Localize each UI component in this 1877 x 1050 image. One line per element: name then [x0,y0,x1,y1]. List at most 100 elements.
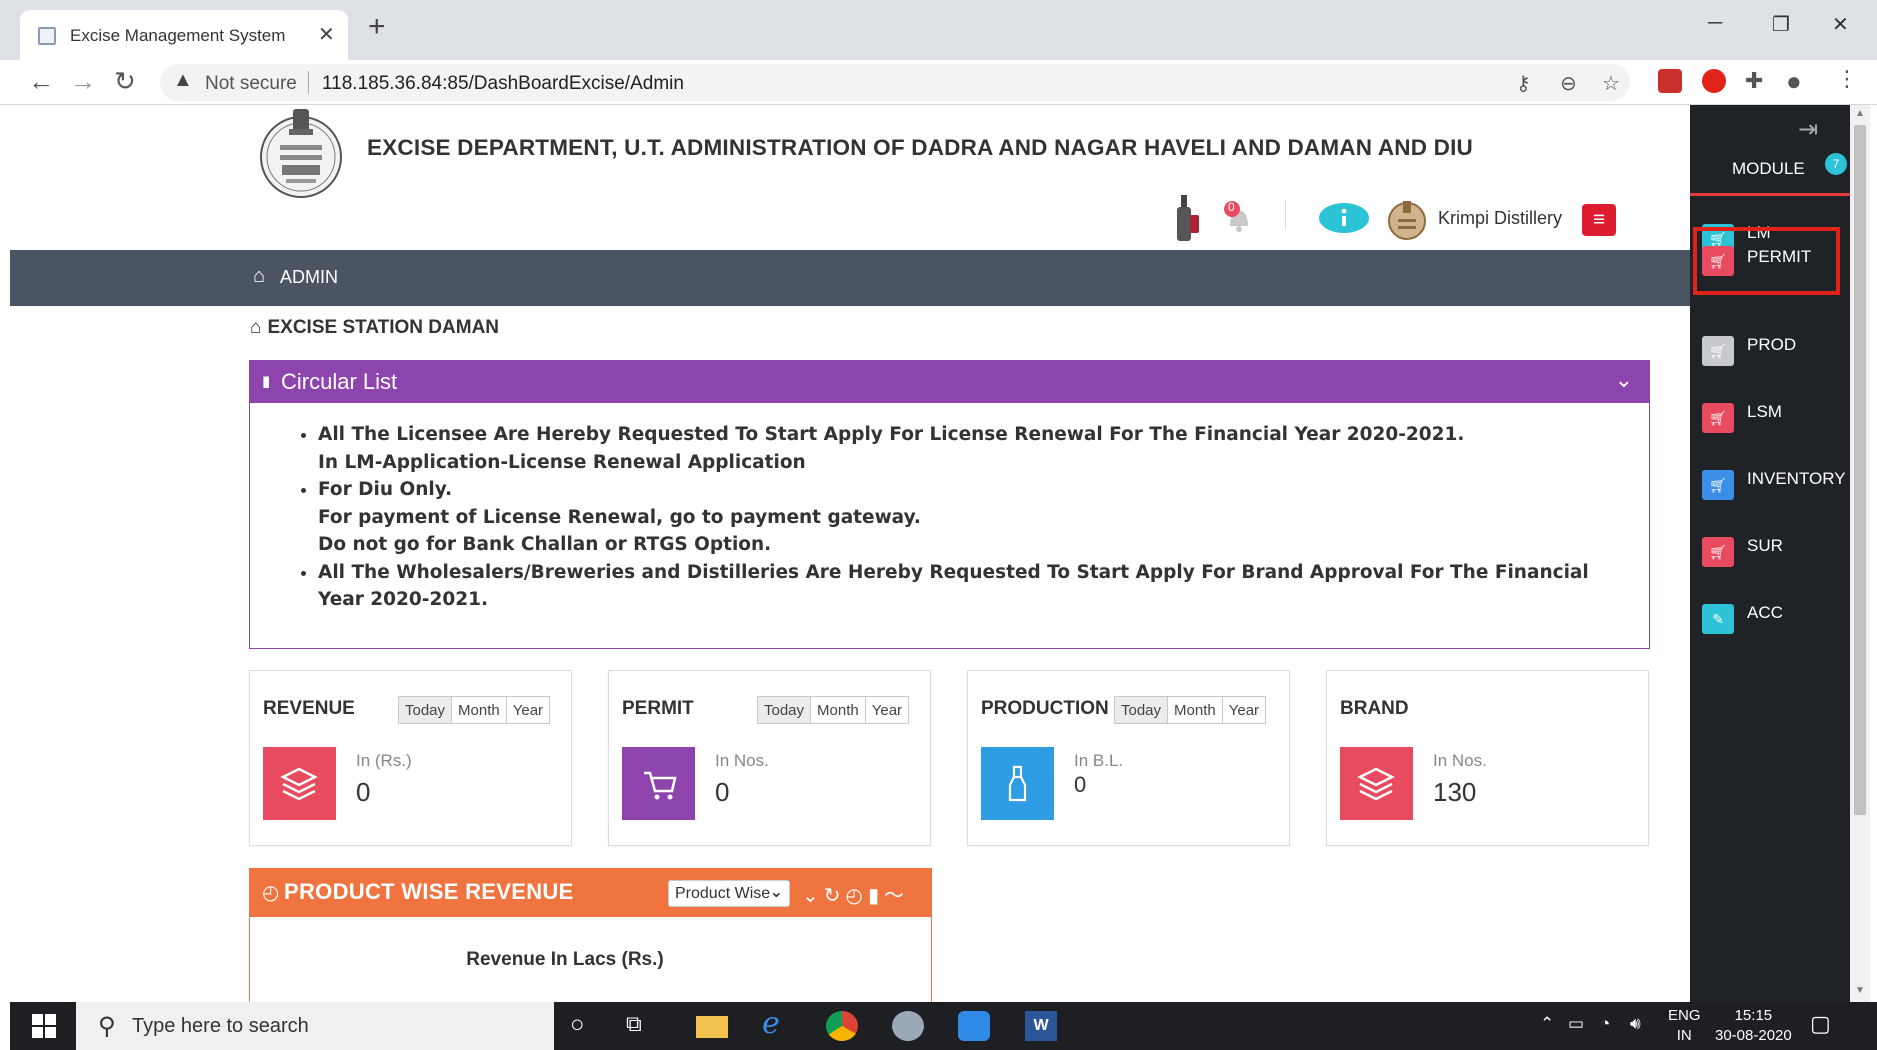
station-label: EXCISE STATION DAMAN [267,317,500,338]
taskbar-clock[interactable]: 15:15 30-08-2020 [1715,1006,1792,1046]
avatar [1388,201,1426,240]
browser-tab[interactable]: Excise Management System ✕ [20,10,348,60]
paint-icon[interactable] [892,1011,924,1041]
minimize-icon[interactable]: ─ [1708,12,1722,35]
period-today-button[interactable]: Today [758,697,811,723]
module-badge: 7 [1825,153,1847,175]
word-icon[interactable]: W [1025,1011,1057,1041]
module-item-inventory[interactable]: 🛒︎ INVENTORY [1690,451,1850,513]
profile-icon[interactable]: ● [1786,66,1802,97]
page-scrollbar[interactable]: ▲ ▼ [1850,105,1870,1002]
battery-icon[interactable]: ▭ [1568,1014,1584,1034]
module-item-label: SUR [1747,536,1783,555]
select-value: Product Wise [675,885,771,902]
cart-icon: 🛒︎ [1702,403,1734,433]
notification-count: 0 [1228,200,1235,214]
scroll-down-icon[interactable]: ▼ [1855,985,1865,996]
volume-icon[interactable]: 🔊︎ [1630,1014,1641,1034]
info-icon[interactable] [1318,202,1370,234]
refresh-icon[interactable]: ↻ [824,885,846,907]
history-icon[interactable]: ◴ [846,885,868,907]
period-month-button[interactable]: Month [1167,697,1222,723]
file-explorer-icon[interactable] [696,1016,728,1038]
extensions-puzzle-icon[interactable]: ✚ [1745,68,1763,94]
circular-panel-header[interactable]: ▮ Circular List ⌄ [250,361,1649,403]
language-indicator[interactable]: ENG IN [1668,1006,1701,1046]
stat-card-revenue: REVENUE Today Month Year In (Rs.) 0 [249,670,572,846]
stat-title: BRAND [1340,698,1409,719]
collapse-icon[interactable]: ⌄ [802,885,824,907]
pin-icon: ▮ [262,373,271,390]
period-month-button[interactable]: Month [451,697,506,723]
module-item-lsm[interactable]: 🛒︎ LSM [1690,384,1850,446]
forward-icon[interactable]: → [70,66,96,97]
scroll-thumb[interactable] [1854,125,1866,815]
product-revenue-header: ◴ PRODUCT WISE REVENUE Product Wise ⌄ ⌄↻… [250,869,931,917]
task-view-icon[interactable]: ⧉ [626,1011,658,1041]
stat-value: 0 [356,777,371,807]
home-icon[interactable]: ⌂ [253,265,265,288]
stat-title: REVENUE [263,698,355,719]
module-item-label: INVENTORY [1747,469,1846,488]
module-item-permit[interactable]: 🛒︎ PERMIT [1693,227,1840,295]
header-divider [1285,200,1286,230]
opera-extension-icon[interactable] [1702,69,1726,93]
stat-value: 130 [1433,777,1477,807]
security-label: Not secure [205,73,297,94]
browser-menu-icon[interactable]: ⋮ [1836,66,1858,92]
period-year-button[interactable]: Year [505,697,549,723]
bottle-icon [981,747,1054,820]
zoom-icon[interactable]: ⊖ [1560,71,1577,96]
period-today-button[interactable]: Today [399,697,452,723]
module-item-prod[interactable]: 🛒︎ PROD [1690,317,1850,379]
breadcrumb-bar: ⌂ ADMIN [10,250,1690,306]
notification-center-icon[interactable]: ▢ [1810,1011,1831,1037]
stat-title: PRODUCTION [981,698,1109,719]
warning-icon: ▲ [173,69,193,91]
user-name[interactable]: Krimpi Distillery [1438,208,1562,229]
module-item-sur[interactable]: 🛒︎ SUR [1690,518,1850,580]
hamburger-menu-icon[interactable]: ≡ [1582,204,1616,236]
stat-card-production: PRODUCTION Today Month Year In B.L. 0 [967,670,1290,846]
close-window-icon[interactable]: ✕ [1832,12,1849,37]
circular-item: All The Licensee Are Hereby Requested To… [318,421,1634,476]
reload-icon[interactable]: ↻ [114,66,136,97]
period-year-button[interactable]: Year [864,697,908,723]
address-bar: ← → ↻ ▲ Not secure 118.185.36.84:85/Dash… [0,60,1877,105]
page-content: EXCISE DEPARTMENT, U.T. ADMINISTRATION O… [10,105,1690,1002]
taskbar-search-input[interactable]: ⚲ Type here to search [76,1002,554,1050]
breadcrumb-admin[interactable]: ADMIN [280,267,338,288]
edge-icon[interactable]: ℯ [762,1006,794,1040]
key-icon[interactable]: ⚷ [1516,71,1531,96]
new-tab-icon[interactable]: + [368,12,386,42]
windows-start-icon[interactable] [32,1014,56,1038]
period-year-button[interactable]: Year [1221,697,1265,723]
wifi-icon[interactable]: ◔ [1600,1014,1610,1034]
bar-chart-icon[interactable]: ▮ [868,885,884,907]
cart-icon: 🛒︎ [1702,537,1734,567]
line-chart-icon[interactable]: 〜 [884,885,909,907]
chrome-icon[interactable] [826,1011,858,1041]
back-icon[interactable]: ← [28,66,54,97]
tray-chevron-icon[interactable]: ⌃ [1540,1014,1554,1034]
pdf-extension-icon[interactable] [1658,69,1682,93]
product-wise-select[interactable]: Product Wise ⌄ [668,880,790,907]
close-tab-icon[interactable]: ✕ [318,22,335,47]
stat-unit: In (Rs.) [356,751,412,770]
scroll-up-icon[interactable]: ▲ [1855,108,1865,119]
restore-icon[interactable]: ❐ [1772,12,1790,37]
bookmark-star-icon[interactable]: ☆ [1602,71,1620,96]
url-text: 118.185.36.84:85/DashBoardExcise/Admin [322,73,684,94]
period-toggle: Today Month Year [1114,696,1267,724]
chevron-down-icon[interactable]: ⌄ [1615,367,1633,393]
cortana-icon[interactable]: ○ [570,1011,602,1041]
period-today-button[interactable]: Today [1115,697,1168,723]
module-item-acc[interactable]: ✎ ACC [1690,585,1850,647]
period-month-button[interactable]: Month [810,697,865,723]
app-icon[interactable] [958,1011,990,1041]
logout-icon[interactable]: ⇥ [1798,115,1818,144]
stat-value: 0 [1074,772,1087,797]
search-placeholder: Type here to search [132,1015,309,1037]
url-field[interactable]: ▲ Not secure 118.185.36.84:85/DashBoardE… [160,64,1630,101]
browser-tabstrip: Excise Management System ✕ + ─ ❐ ✕ [0,0,1877,60]
